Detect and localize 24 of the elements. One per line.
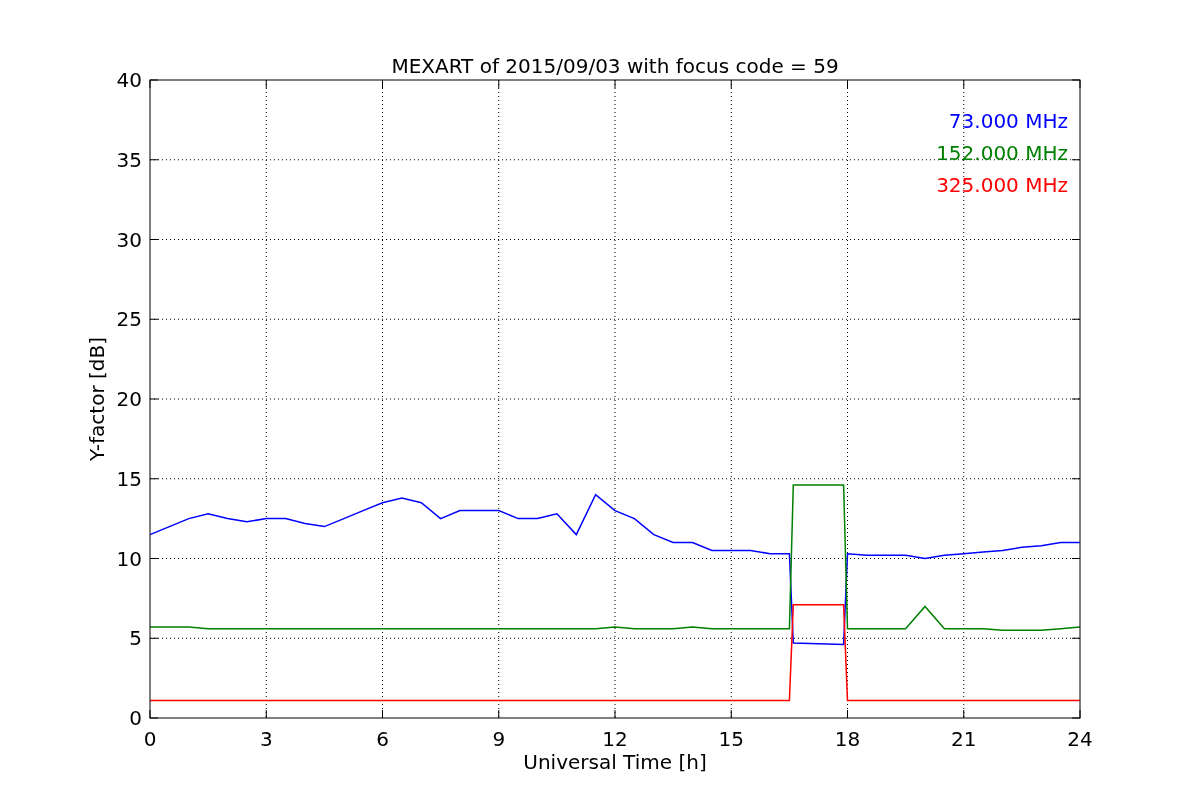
tick-label: 24 bbox=[1067, 727, 1093, 751]
legend-label: 73.000 MHz bbox=[948, 109, 1068, 133]
legend-label: 325.000 MHz bbox=[936, 173, 1068, 197]
tick-label: 21 bbox=[951, 727, 977, 751]
tick-label: 35 bbox=[116, 147, 142, 172]
tick-label: 9 bbox=[492, 727, 506, 751]
tick-label: 25 bbox=[116, 307, 142, 332]
tick-label: 3 bbox=[259, 727, 273, 751]
tick-label: 12 bbox=[602, 727, 628, 751]
tick-label: 20 bbox=[116, 387, 142, 411]
tick-label: 30 bbox=[116, 227, 142, 252]
axis-label: Universal Time [h] bbox=[523, 750, 707, 774]
tick-label: 5 bbox=[129, 626, 142, 651]
legend-label: 152.000 MHz bbox=[936, 141, 1068, 165]
axis-label: Y-factor [dB] bbox=[85, 337, 109, 461]
tick-label: 40 bbox=[116, 68, 142, 92]
chart-title: MEXART of 2015/09/03 with focus code = 59 bbox=[391, 54, 839, 78]
tick-label: 15 bbox=[718, 727, 744, 751]
tick-label: 0 bbox=[143, 727, 157, 751]
tick-label: 0 bbox=[129, 706, 142, 730]
tick-label: 15 bbox=[116, 466, 142, 491]
tick-label: 18 bbox=[834, 727, 861, 751]
tick-label: 6 bbox=[376, 727, 389, 751]
tick-label: 10 bbox=[116, 546, 142, 571]
